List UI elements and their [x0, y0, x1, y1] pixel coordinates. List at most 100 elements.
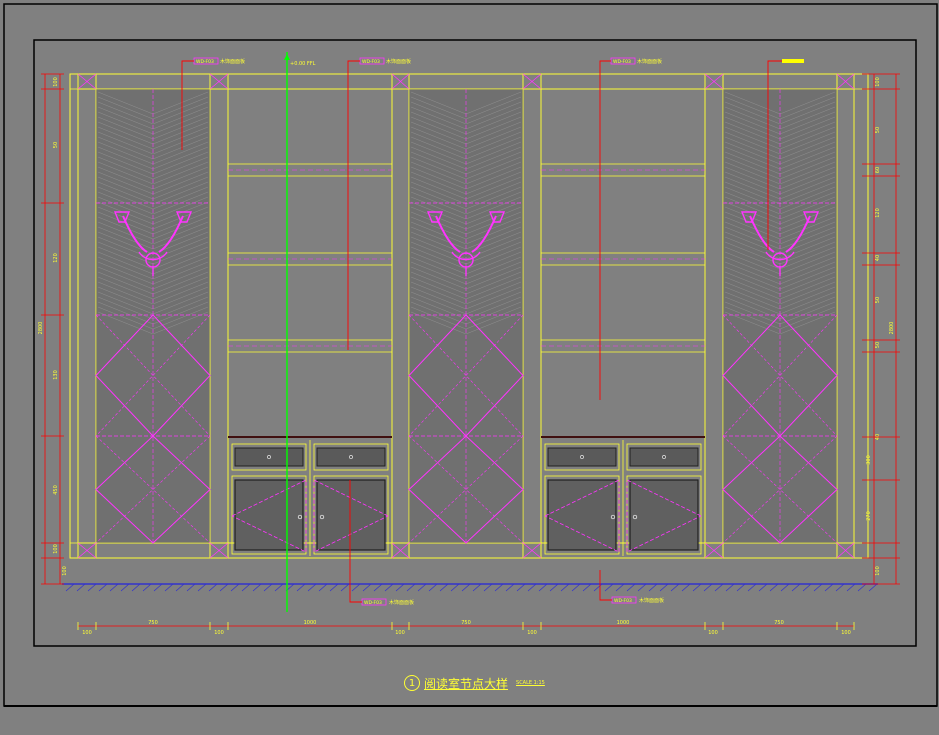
- floor-hatch: [857, 583, 867, 592]
- floor-hatch: [549, 583, 559, 592]
- dim-right-4: 40: [875, 255, 881, 261]
- floor-hatch: [241, 583, 251, 592]
- elevation-mark: +0.00 FFL: [290, 61, 316, 67]
- callout-bottom-2: WD-F03 木饰面面板: [611, 596, 664, 604]
- dimension-bottom: 100 750 100 1000 100 750 100 1000 100 75…: [82, 620, 851, 636]
- floor-hatch: [703, 583, 713, 592]
- dim-right-5: 50: [875, 297, 881, 303]
- drawer-front: [629, 447, 699, 467]
- floor-hatch: [604, 583, 614, 592]
- wood-panel: [95, 88, 211, 544]
- drawing-number: 1: [404, 675, 420, 691]
- wood-panel: [408, 88, 524, 544]
- dim-bottom-0: 100: [82, 630, 92, 636]
- dim-right-3: 120: [875, 208, 881, 218]
- pilaster: [77, 73, 97, 559]
- floor-hatch: [780, 583, 790, 592]
- floor-hatch: [450, 583, 460, 592]
- pilaster: [522, 73, 542, 559]
- pilaster: [836, 73, 855, 559]
- floor-hatch: [186, 583, 196, 592]
- drawer-front: [316, 447, 386, 467]
- floor-hatch: [747, 583, 757, 592]
- dim-left-0: 100: [53, 77, 59, 87]
- callout-top-2-text: 木饰面面板: [386, 58, 411, 65]
- floor-hatch: [681, 583, 691, 592]
- floor-hatch: [274, 583, 284, 592]
- floor-hatch: [560, 583, 570, 592]
- callout-bottom-1-text: 木饰面面板: [389, 599, 414, 606]
- floor-hatch: [736, 583, 746, 592]
- floor-hatch: [208, 583, 218, 592]
- dim-bottom-5: 750: [461, 620, 471, 626]
- floor-hatch: [109, 583, 119, 592]
- callout-top-1: WD-F03 木饰面面板: [193, 57, 245, 65]
- pilaster: [704, 73, 724, 559]
- dim-bottom-1: 750: [148, 620, 158, 626]
- floor-hatch: [758, 583, 768, 592]
- dim-right-6: 50: [875, 342, 881, 348]
- floor-hatch: [395, 583, 405, 592]
- dimension-right: 2800 100 50 60 120 40 50 50 40 300 270 1…: [866, 77, 895, 576]
- floor-hatch: [571, 583, 581, 592]
- floor-hatch: [340, 583, 350, 592]
- callout-top-4-tag: [782, 59, 804, 63]
- floor-hatch: [791, 583, 801, 592]
- floor-hatch: [824, 583, 834, 592]
- callout-bottom-1-code: WD-F03: [364, 600, 382, 606]
- dim-bottom-3: 1000: [304, 620, 317, 626]
- floor-hatch: [406, 583, 416, 592]
- floor-hatch: [98, 583, 108, 592]
- floor-hatch: [593, 583, 603, 592]
- floor-hatch: [120, 583, 130, 592]
- dim-right-8: 300: [866, 455, 872, 465]
- floor-hatch: [373, 583, 383, 592]
- shelf-bay: [227, 88, 393, 556]
- dim-right-2: 60: [875, 167, 881, 173]
- floor-hatch: [417, 583, 427, 592]
- floor-hatch: [527, 583, 537, 592]
- dim-right-9: 270: [866, 511, 872, 521]
- leader-line: [347, 60, 360, 350]
- elevation-drawing: 100 750 100 1000 100 750 100 1000 100 75…: [3, 3, 938, 707]
- floor-hatch: [131, 583, 141, 592]
- callout-top-1-text: 木饰面面板: [220, 58, 245, 65]
- door-panel: [629, 479, 699, 551]
- dim-bottom-6: 100: [527, 630, 537, 636]
- dim-left-1: 50: [53, 142, 59, 148]
- leader-line: [599, 570, 612, 601]
- floor-hatch: [461, 583, 471, 592]
- cabinet-elevation: [69, 73, 869, 559]
- floor-hatch: [76, 583, 86, 592]
- floor-hatch: [769, 583, 779, 592]
- floor-hatch: [714, 583, 724, 592]
- floor-hatch: [868, 583, 878, 592]
- callout-bottom-2-text: 木饰面面板: [639, 597, 664, 604]
- floor-hatch: [516, 583, 526, 592]
- floor-hatch: [813, 583, 823, 592]
- floor-hatch: [307, 583, 317, 592]
- section-axis-arrow: [284, 54, 290, 60]
- floor-hatch: [626, 583, 636, 592]
- floor-hatch: [219, 583, 229, 592]
- callout-top-3-code: WD-F03: [613, 59, 631, 65]
- dim-left-3: 130: [53, 370, 59, 380]
- floor-hatch: [252, 583, 262, 592]
- floor-hatch: [648, 583, 658, 592]
- floor-hatch: [670, 583, 680, 592]
- shelf-bay: [540, 88, 706, 556]
- dim-right-total: 2800: [889, 322, 895, 335]
- floor-hatch: [428, 583, 438, 592]
- floor-hatch: [483, 583, 493, 592]
- door-panel: [316, 479, 386, 551]
- drawer-front: [547, 447, 617, 467]
- floor-hatch: [472, 583, 482, 592]
- floor-hatch: [87, 583, 97, 592]
- floor-hatch: [725, 583, 735, 592]
- callout-bottom-1: WD-F03 木饰面面板: [361, 598, 414, 606]
- callout-top-3-text: 木饰面面板: [637, 58, 662, 65]
- floor-hatch: [65, 583, 75, 592]
- floor-hatch: [494, 583, 504, 592]
- floor-hatch: [835, 583, 845, 592]
- dim-bottom-4: 100: [395, 630, 405, 636]
